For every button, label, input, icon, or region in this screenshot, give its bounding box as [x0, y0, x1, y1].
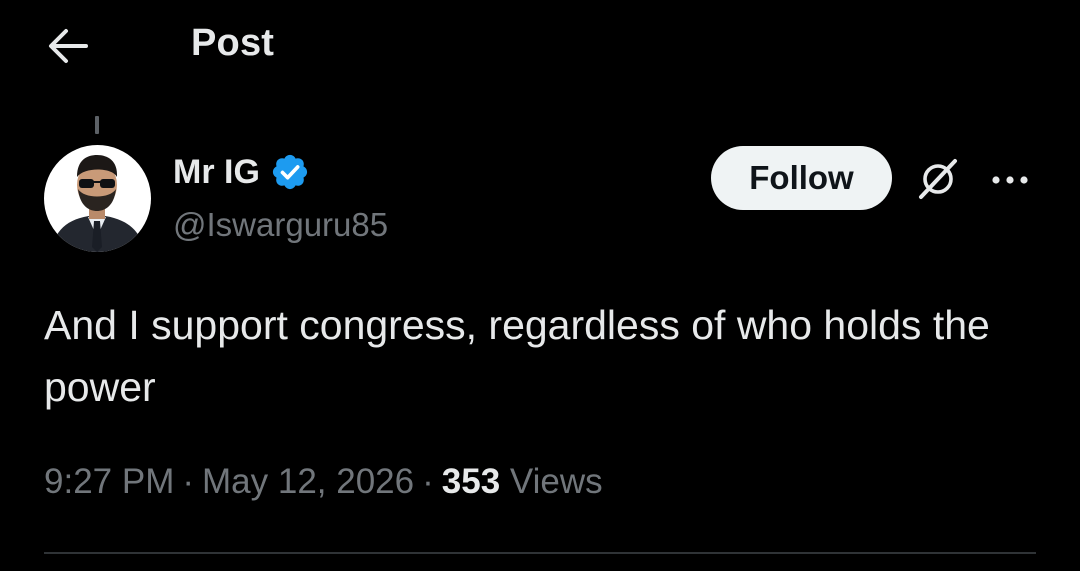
views-label: Views [509, 462, 603, 501]
grok-icon [919, 159, 957, 199]
more-options-button[interactable] [985, 160, 1035, 200]
avatar[interactable] [44, 145, 151, 252]
thread-connector-line [95, 116, 99, 134]
views-count: 353 [441, 462, 501, 501]
post-text: And I support congress, regardless of wh… [44, 302, 990, 410]
author-handle[interactable]: @Iswarguru85 [173, 206, 388, 244]
verified-badge-icon [270, 152, 310, 192]
arrow-left-icon [49, 29, 88, 63]
more-horizontal-icon [992, 176, 1028, 184]
post-date[interactable]: May 12, 2026 [202, 462, 414, 501]
meta-separator: · [422, 462, 434, 501]
back-button[interactable] [44, 24, 92, 68]
top-bar: Post [0, 0, 1080, 92]
post-page: Post Mr IG @Iswarguru85 Follow And I sup… [0, 0, 1080, 571]
meta-separator: · [182, 462, 195, 501]
author-name-row[interactable]: Mr IG [173, 152, 310, 192]
profile-photo [44, 145, 151, 252]
divider [44, 552, 1036, 554]
grok-button[interactable] [912, 156, 964, 202]
post-time[interactable]: 9:27 PM [44, 462, 174, 501]
post-meta: 9:27 PM · May 12, 2026 · 353 Views [44, 462, 603, 502]
page-title: Post [191, 22, 275, 64]
follow-button[interactable]: Follow [711, 146, 892, 210]
display-name: Mr IG [173, 152, 260, 191]
